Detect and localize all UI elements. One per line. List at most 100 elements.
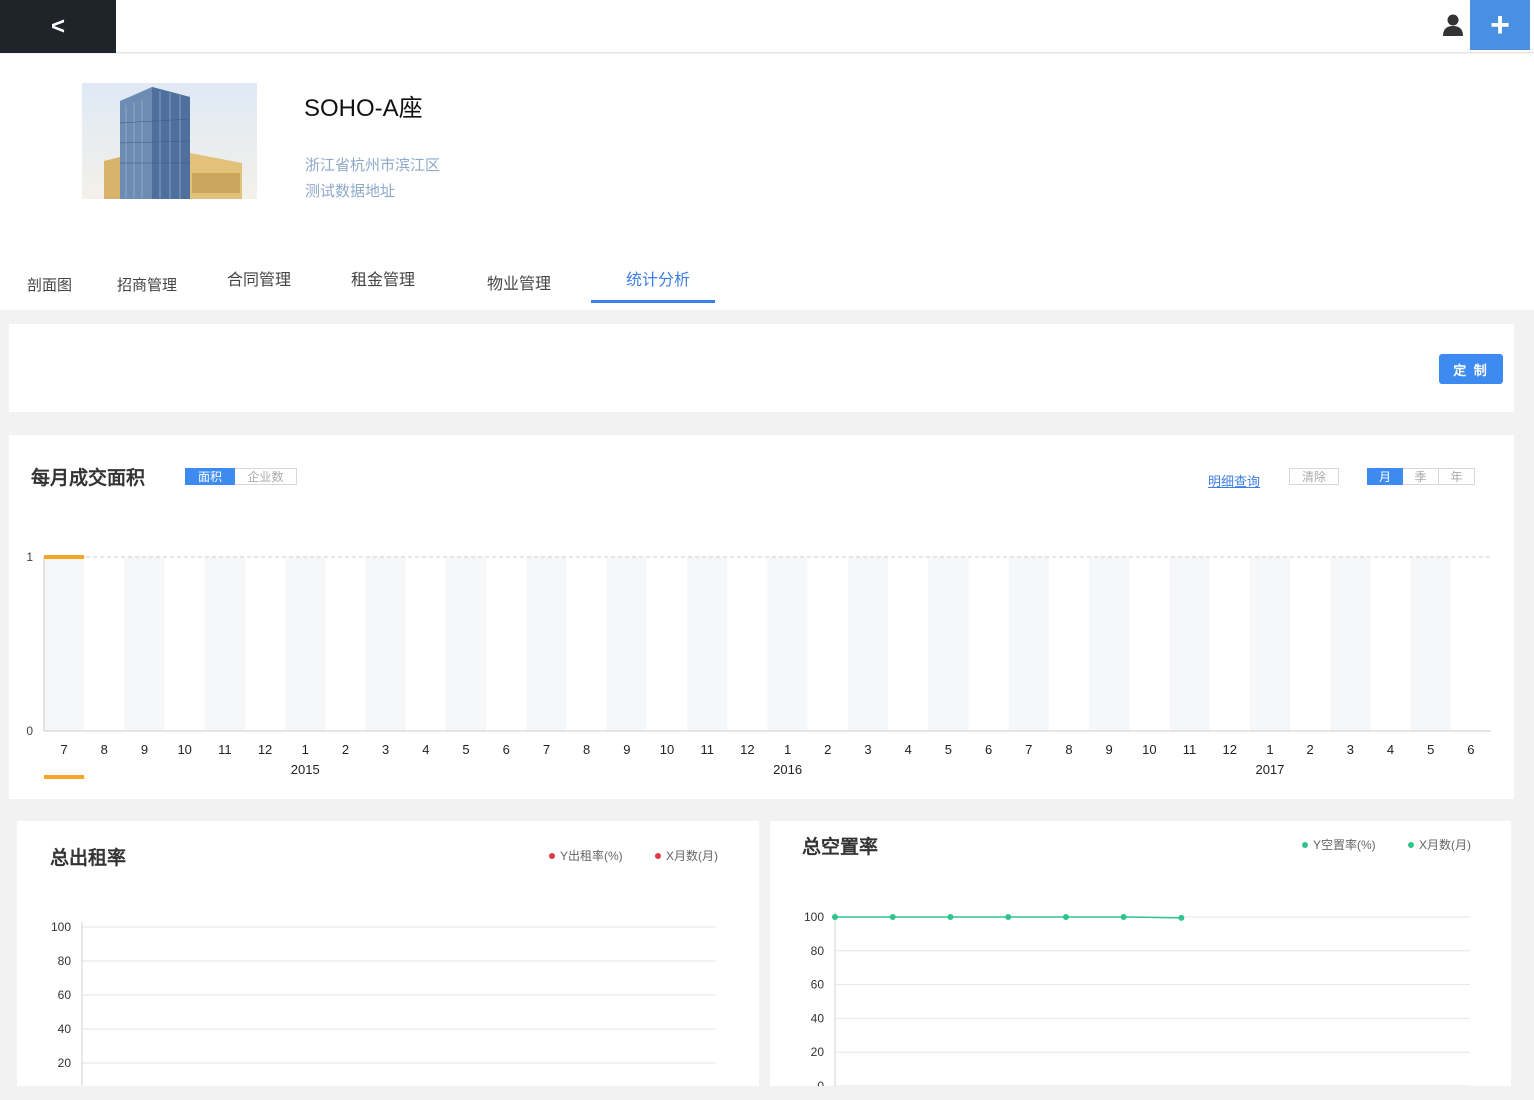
active-tab-indicator — [591, 300, 715, 303]
x-tick-label: 2 — [342, 742, 349, 757]
bar-background — [1008, 557, 1049, 731]
legend-vacancy-y: Y空置率(%) — [1302, 836, 1376, 853]
y-tick-label: 60 — [58, 988, 72, 1002]
clear-button[interactable]: 清除 — [1289, 468, 1339, 485]
toggle-area[interactable]: 面积 — [185, 468, 235, 485]
y-tick-label: 80 — [58, 954, 72, 968]
y-tick-label: 60 — [811, 978, 825, 992]
monthly-chart-title: 每月成交面积 — [31, 468, 146, 489]
occupancy-line-chart: 20 40 60 80 100 — [51, 920, 716, 1086]
legend-label: Y出租率(%) — [560, 849, 623, 863]
x-tick-label: 2 — [1307, 742, 1314, 757]
x-tick-label: 3 — [382, 742, 389, 757]
x-tick-label: 9 — [1106, 742, 1113, 757]
x-tick-label: 10 — [660, 742, 674, 757]
bar-background — [445, 557, 487, 731]
period-toggle: 月 季 年 — [1367, 468, 1475, 485]
period-month[interactable]: 月 — [1367, 468, 1403, 485]
selected-month-marker — [44, 555, 85, 559]
y-tick-label: 40 — [58, 1022, 72, 1036]
bar-background — [1249, 557, 1291, 731]
x-tick-label: 10 — [177, 742, 191, 757]
bar-background — [1169, 557, 1210, 731]
bar-background — [44, 557, 85, 731]
bar-background — [1089, 557, 1130, 731]
x-tick-label: 3 — [864, 742, 871, 757]
y-tick-label: 100 — [804, 910, 824, 924]
x-tick-label: 12 — [258, 742, 272, 757]
data-point — [832, 914, 838, 920]
x-tick-label: 12 — [740, 742, 754, 757]
bar-background — [687, 557, 728, 731]
legend-dot-icon — [1408, 841, 1414, 848]
x-tick-label: 8 — [101, 742, 108, 757]
y-tick-label: 100 — [51, 920, 71, 934]
x-tick-label: 6 — [1467, 742, 1474, 757]
legend-dot-icon — [549, 852, 555, 859]
x-tick-label: 11 — [218, 742, 232, 757]
bar-background — [204, 557, 245, 731]
x-tick-label: 11 — [700, 742, 714, 757]
bar-background — [285, 557, 326, 731]
x-tick-label: 5 — [462, 742, 469, 757]
y-tick-label: 1 — [26, 550, 33, 564]
x-tick-label: 1 — [1266, 742, 1273, 757]
y-tick-label: 0 — [817, 1079, 824, 1086]
y-tick-label: 40 — [811, 1011, 825, 1025]
address-line-2: 测试数据地址 — [305, 183, 396, 200]
x-tick-label: 4 — [905, 742, 912, 757]
year-label: 2015 — [291, 762, 320, 777]
bar-background — [928, 557, 969, 731]
legend-vacancy-x: X月数(月) — [1408, 836, 1471, 853]
x-tick-label: 4 — [422, 742, 429, 757]
toolbar-panel: 定 制 — [9, 324, 1514, 412]
data-point — [1062, 914, 1069, 920]
x-tick-label: 6 — [503, 742, 510, 757]
period-year[interactable]: 年 — [1439, 468, 1475, 485]
legend-occupancy-y: Y出租率(%) — [549, 847, 623, 864]
tab-leasing[interactable]: 招商管理 — [117, 274, 177, 295]
x-tick-label: 4 — [1387, 742, 1394, 757]
x-tick-label: 11 — [1183, 742, 1197, 757]
x-tick-label: 3 — [1347, 742, 1354, 757]
user-icon[interactable] — [1440, 12, 1466, 38]
range-slider-handle — [44, 775, 85, 779]
x-tick-label: 5 — [945, 742, 952, 757]
data-point — [947, 914, 954, 920]
bar-background — [1330, 557, 1371, 731]
bar-background — [767, 557, 808, 731]
data-point — [1178, 914, 1185, 921]
y-tick-label: 20 — [58, 1056, 72, 1070]
tab-section-view[interactable]: 剖面图 — [27, 274, 72, 295]
toggle-company-count[interactable]: 企业数 — [235, 468, 297, 485]
occupancy-chart-title: 总出租率 — [50, 848, 127, 869]
vacancy-rate-panel: 总空置率 Y空置率(%) X月数(月) 0 20 40 60 80 100 — [770, 821, 1511, 1086]
legend-dot-icon — [655, 852, 661, 859]
period-quarter[interactable]: 季 — [1403, 468, 1439, 485]
x-tick-label: 7 — [1025, 742, 1032, 757]
x-tick-label: 1 — [302, 742, 309, 757]
tab-rent[interactable]: 租金管理 — [351, 266, 415, 290]
metric-toggle: 面积 企业数 — [185, 468, 297, 485]
x-tick-label: 12 — [1223, 742, 1237, 757]
x-tick-label: 2 — [824, 742, 831, 757]
building-title: SOHO-A座 — [304, 95, 423, 122]
tab-statistics[interactable]: 统计分析 — [626, 266, 690, 290]
tab-contract[interactable]: 合同管理 — [227, 266, 291, 290]
x-tick-label: 5 — [1427, 742, 1434, 757]
x-tick-label: 8 — [1065, 742, 1072, 757]
customize-button[interactable]: 定 制 — [1439, 354, 1503, 384]
monthly-deal-area-panel: 每月成交面积 面积 企业数 明细查询 清除 月 季 年 7 8 9 10 11 12 1 2 3… — [9, 435, 1514, 799]
data-point — [889, 914, 896, 920]
y-tick-label: 80 — [811, 944, 825, 958]
detail-query-link[interactable]: 明细查询 — [1208, 471, 1260, 490]
legend-label: Y空置率(%) — [1313, 838, 1376, 852]
x-tick-label: 9 — [141, 742, 148, 757]
vacancy-line-chart: 0 20 40 60 80 100 — [804, 910, 1470, 1086]
x-tick-label: 9 — [623, 742, 630, 757]
add-button[interactable]: + — [1470, 0, 1530, 50]
tab-property[interactable]: 物业管理 — [487, 270, 551, 294]
building-photo — [82, 83, 257, 199]
back-button[interactable]: < — [0, 0, 116, 53]
y-tick-label: 20 — [811, 1045, 825, 1059]
